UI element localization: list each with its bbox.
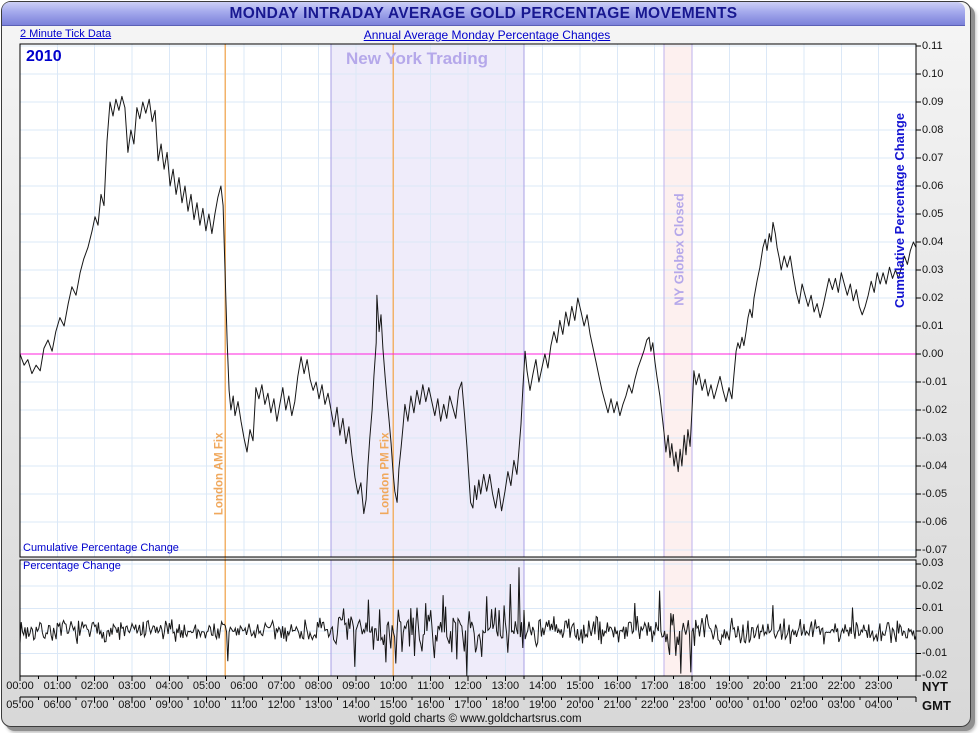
y-tick-label: -0.01 xyxy=(922,375,948,388)
y-tick-label: 0.03 xyxy=(922,557,944,570)
y-tick-label: -0.02 xyxy=(922,403,948,416)
chart-window: MONDAY INTRADAY AVERAGE GOLD PERCENTAGE … xyxy=(0,0,980,733)
y-tick-label: -0.06 xyxy=(922,515,948,528)
y-tick-label: 0.08 xyxy=(922,123,944,136)
y-tick-label: 0.04 xyxy=(922,235,944,248)
main-panel-label: Cumulative Percentage Change xyxy=(23,542,179,554)
x-tick-label-gmt: 04:00 xyxy=(864,699,893,711)
right-axis-title: Cumulative Percentage Change xyxy=(892,112,907,308)
y-tick-label: 0.00 xyxy=(922,347,944,360)
y-tick-label: -0.07 xyxy=(922,543,948,556)
y-tick-label: 0.00 xyxy=(922,624,944,637)
y-tick-label: -0.01 xyxy=(922,646,948,659)
gmt-axis-label: GMT xyxy=(922,698,951,713)
chart-canvas xyxy=(19,43,921,702)
y-tick-label: -0.05 xyxy=(922,487,948,500)
y-tick-label: 0.09 xyxy=(922,95,944,108)
y-tick-label: 0.03 xyxy=(922,263,944,276)
y-tick-label: -0.04 xyxy=(922,459,948,472)
copyright-footer: world gold charts © www.goldchartsrus.co… xyxy=(358,713,582,725)
x-tick-label-nyt: 23:00 xyxy=(864,680,893,692)
london-pm-fix-label: London PM Fix xyxy=(379,432,392,515)
y-tick-label: 0.11 xyxy=(922,39,943,52)
year-label: 2010 xyxy=(26,48,62,65)
region-band-main-0 xyxy=(331,44,524,557)
y-tick-label: 0.02 xyxy=(922,579,944,592)
y-tick-label: 0.10 xyxy=(922,67,944,80)
lower-panel-label: Percentage Change xyxy=(23,560,121,572)
y-tick-label: 0.05 xyxy=(922,207,944,220)
y-tick-label: -0.03 xyxy=(922,431,948,444)
y-tick-label: 0.01 xyxy=(922,319,944,332)
london-am-fix-label: London AM Fix xyxy=(213,432,226,516)
region-label-new-york-trading: New York Trading xyxy=(346,49,489,68)
y-tick-label: -0.02 xyxy=(922,669,948,682)
region-band-lower-1 xyxy=(664,560,692,676)
y-tick-label: 0.01 xyxy=(922,602,944,615)
y-tick-label: 0.07 xyxy=(922,151,944,164)
y-tick-label: 0.06 xyxy=(922,179,944,192)
region-label-ny-globex-closed: NY Globex Closed xyxy=(671,193,687,306)
y-tick-label: 0.02 xyxy=(922,291,944,304)
